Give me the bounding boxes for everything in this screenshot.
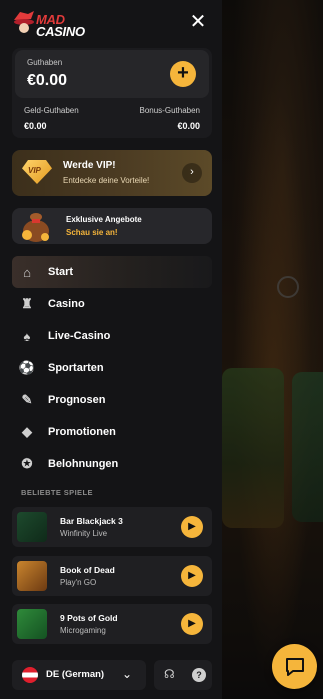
bonus-balance: Bonus-Guthaben €0.00 bbox=[140, 106, 201, 131]
exclusive-offers-banner[interactable]: Exklusive Angebote Schau sie an! bbox=[12, 208, 212, 244]
slot-machine-icon: ♜ bbox=[21, 296, 33, 311]
nav-item-predictions[interactable]: ✎ Prognosen bbox=[12, 384, 212, 416]
bonus-balance-label: Bonus-Guthaben bbox=[139, 106, 201, 115]
cash-balance-label: Geld-Guthaben bbox=[24, 106, 79, 115]
mad-casino-hat-icon bbox=[14, 11, 34, 33]
nav-item-label: Sportarten bbox=[48, 362, 104, 374]
game-item[interactable]: Book of Dead Play'n GO ▶ bbox=[12, 556, 212, 596]
casino-logo[interactable]: MAD CASINO bbox=[12, 8, 92, 38]
help-icon[interactable]: ? bbox=[192, 668, 206, 682]
headset-icon[interactable]: ☊ bbox=[164, 667, 175, 681]
reward-icon: ✪ bbox=[21, 456, 33, 471]
balance-panel: Guthaben €0.00 + bbox=[15, 50, 209, 98]
game-thumbnail bbox=[17, 561, 47, 591]
game-item[interactable]: 9 Pots of Gold Microgaming ▶ bbox=[12, 604, 212, 644]
chevron-down-icon: ⌄ bbox=[122, 667, 133, 681]
game-item[interactable]: Bar Blackjack 3 Winfinity Live ▶ bbox=[12, 507, 212, 547]
close-icon[interactable]: ✕ bbox=[188, 12, 208, 32]
vip-diamond-icon: VIP bbox=[22, 160, 52, 184]
side-menu: MAD CASINO ✕ Guthaben €0.00 + Geld-Gutha… bbox=[0, 0, 222, 699]
menu-footer: DE (German) ⌄ ☊ ? bbox=[12, 660, 212, 690]
home-icon: ⌂ bbox=[23, 264, 31, 280]
balance-label: Guthaben bbox=[27, 58, 63, 67]
soccer-ball-icon: ⚽ bbox=[18, 360, 36, 375]
game-provider: Microgaming bbox=[60, 626, 106, 635]
money-bag-icon bbox=[22, 213, 49, 242]
vip-subtitle: Entdecke deine Vorteile! bbox=[63, 176, 150, 185]
nav-item-label: Prognosen bbox=[48, 394, 106, 406]
nav-item-promotions[interactable]: ◆ Promotionen bbox=[12, 416, 212, 448]
nav-item-label: Live-Casino bbox=[48, 330, 111, 342]
chat-bubble-icon bbox=[285, 657, 304, 676]
nav-item-label: Promotionen bbox=[48, 426, 116, 438]
game-thumbnail bbox=[17, 512, 47, 542]
play-icon[interactable]: ▶ bbox=[181, 516, 203, 538]
overlay-shade bbox=[222, 0, 323, 699]
play-icon[interactable]: ▶ bbox=[181, 613, 203, 635]
balance-amount: €0.00 bbox=[27, 72, 68, 89]
cash-balance: Geld-Guthaben €0.00 bbox=[24, 106, 79, 131]
nav-item-label: Start bbox=[48, 266, 74, 278]
main-navigation: ⌂ Start ♜ Casino ♠ Live-Casino ⚽ Sportar… bbox=[12, 256, 212, 480]
language-label: DE (German) bbox=[46, 669, 105, 680]
chevron-right-icon[interactable]: › bbox=[182, 163, 202, 183]
prediction-icon: ✎ bbox=[21, 392, 33, 407]
nav-item-start[interactable]: ⌂ Start bbox=[12, 256, 212, 288]
nav-item-label: Belohnungen bbox=[48, 458, 119, 470]
nav-item-live-casino[interactable]: ♠ Live-Casino bbox=[12, 320, 212, 352]
game-name: Book of Dead bbox=[60, 565, 115, 575]
deposit-plus-button[interactable]: + bbox=[170, 61, 196, 87]
vip-title: Werde VIP! bbox=[63, 160, 116, 171]
play-icon[interactable]: ▶ bbox=[181, 565, 203, 587]
popular-games-heading: BELIEBTE SPIELE bbox=[21, 488, 93, 497]
diamond-icon: ◆ bbox=[22, 424, 32, 439]
cards-icon: ♠ bbox=[23, 328, 31, 344]
wallet-card: Guthaben €0.00 + Geld-Guthaben €0.00 Bon… bbox=[12, 48, 212, 138]
vip-banner[interactable]: VIP Werde VIP! Entdecke deine Vorteile! … bbox=[12, 150, 212, 196]
game-name: 9 Pots of Gold bbox=[60, 613, 118, 623]
background-game-area bbox=[222, 0, 323, 699]
game-provider: Winfinity Live bbox=[60, 529, 108, 538]
game-name: Bar Blackjack 3 bbox=[60, 516, 123, 526]
game-thumbnail bbox=[17, 609, 47, 639]
game-provider: Play'n GO bbox=[60, 578, 97, 587]
cash-balance-value: €0.00 bbox=[24, 121, 47, 131]
support-buttons: ☊ ? bbox=[154, 660, 212, 690]
austria-flag-icon bbox=[22, 667, 38, 683]
nav-item-casino[interactable]: ♜ Casino bbox=[12, 288, 212, 320]
nav-item-label: Casino bbox=[48, 298, 85, 310]
offers-title: Exklusive Angebote bbox=[66, 215, 142, 224]
nav-item-sports[interactable]: ⚽ Sportarten bbox=[12, 352, 212, 384]
nav-item-rewards[interactable]: ✪ Belohnungen bbox=[12, 448, 212, 480]
language-selector[interactable]: DE (German) ⌄ bbox=[12, 660, 146, 690]
live-chat-button[interactable] bbox=[272, 644, 317, 689]
logo-text: MAD CASINO bbox=[36, 12, 85, 39]
bonus-balance-value: €0.00 bbox=[177, 121, 200, 131]
offers-subtitle: Schau sie an! bbox=[66, 228, 118, 237]
